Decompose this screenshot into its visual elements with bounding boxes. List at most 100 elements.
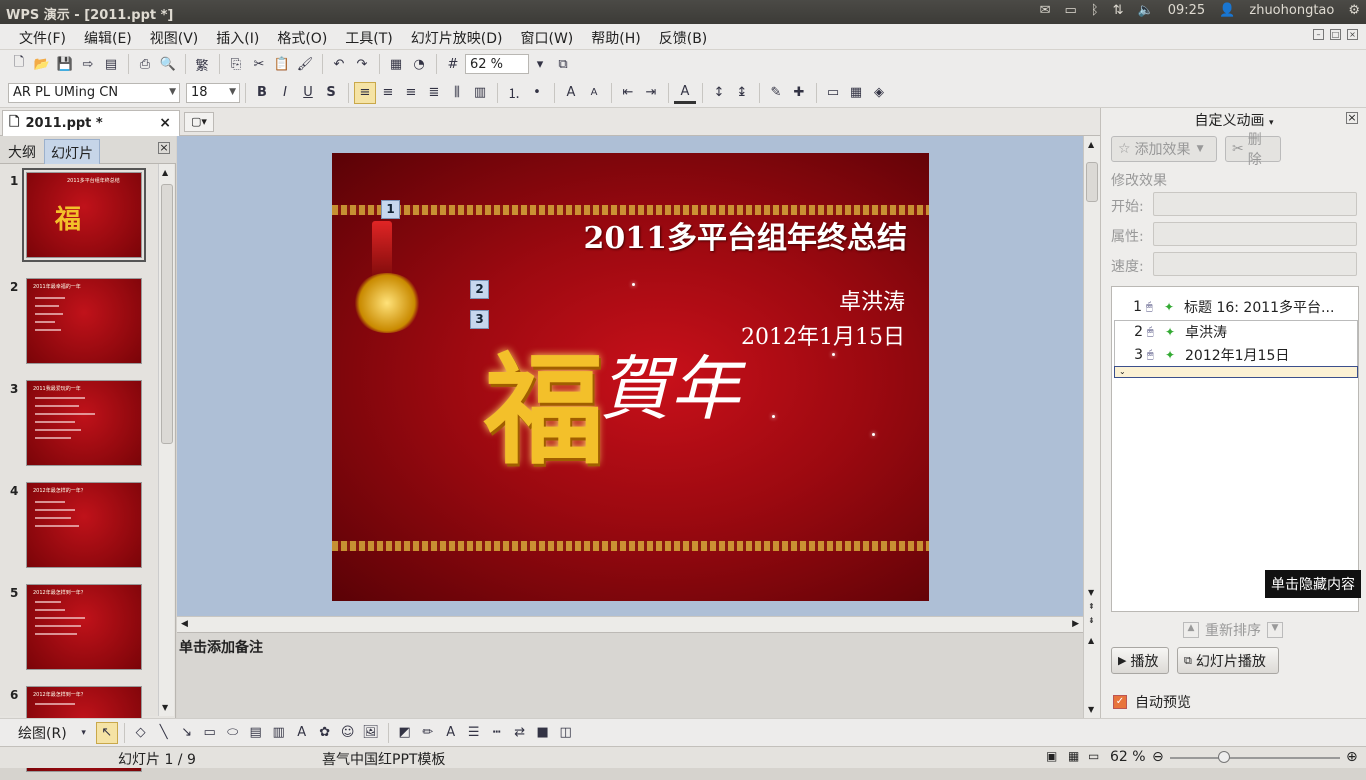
menu-slideshow[interactable]: 幻灯片放映(D): [402, 28, 512, 48]
scroll-right-icon[interactable]: ▶: [1072, 619, 1079, 629]
print-icon[interactable]: ⎙: [134, 53, 156, 75]
zoom-in-icon[interactable]: ⊕: [1346, 749, 1358, 765]
start-select[interactable]: [1153, 192, 1357, 216]
fu-calligraphy-image[interactable]: 福: [484, 313, 604, 487]
normal-view-icon[interactable]: ▣: [1046, 749, 1057, 763]
3d-style-icon[interactable]: ◫: [555, 722, 577, 744]
arrow-icon[interactable]: ↘: [176, 722, 198, 744]
clock[interactable]: 09:25: [1168, 3, 1205, 18]
slide-author[interactable]: 卓洪涛: [839, 284, 905, 316]
layout-icon[interactable]: ▭: [822, 82, 844, 104]
scrollbar-thumb[interactable]: [1086, 162, 1098, 202]
battery-icon[interactable]: ▭: [1065, 3, 1077, 18]
shrink-font-icon[interactable]: A: [583, 82, 605, 104]
design-icon[interactable]: ✎: [765, 82, 787, 104]
slide-date[interactable]: 2012年1月15日: [741, 319, 905, 351]
new-tab-button[interactable]: ▢▾: [184, 112, 214, 132]
property-select[interactable]: [1153, 222, 1357, 246]
close-pane-icon[interactable]: ×: [1346, 112, 1358, 124]
thumbnail-scrollbar[interactable]: ▲ ▼: [158, 164, 174, 716]
undo-icon[interactable]: ↶: [328, 53, 350, 75]
italic-icon[interactable]: I: [274, 82, 296, 104]
menu-view[interactable]: 视图(V): [141, 28, 208, 48]
animation-order-tag[interactable]: 1: [381, 200, 400, 219]
increase-indent-icon[interactable]: ⇥: [640, 82, 662, 104]
slide-thumbnail[interactable]: 1 2011多平台组年终总结 福: [0, 168, 158, 266]
vertical-textbox-icon[interactable]: ▥: [268, 722, 290, 744]
shadow-icon[interactable]: S: [320, 82, 342, 104]
autoshapes-icon[interactable]: ◇: [130, 722, 152, 744]
move-down-icon[interactable]: ▼: [1267, 622, 1283, 638]
chevron-down-icon[interactable]: ▾: [73, 722, 95, 744]
new-slide-icon[interactable]: ✚: [788, 82, 810, 104]
document-tab[interactable]: 🗋 2011.ppt * ×: [2, 110, 180, 136]
zoom-combo[interactable]: 62 %: [465, 54, 529, 74]
close-window-button[interactable]: ×: [1347, 29, 1358, 40]
ellipse-icon[interactable]: ⬭: [222, 722, 244, 744]
numbering-icon[interactable]: ⒈: [503, 82, 525, 104]
menu-tools[interactable]: 工具(T): [336, 28, 401, 48]
notes-placeholder[interactable]: 单击添加备注: [179, 637, 263, 657]
export-icon[interactable]: ⇨: [77, 53, 99, 75]
bullets-icon[interactable]: •: [526, 82, 548, 104]
tab-slides[interactable]: 幻灯片: [44, 139, 100, 164]
redo-icon[interactable]: ↷: [351, 53, 373, 75]
distribute-icon[interactable]: ⫼: [446, 82, 468, 104]
align-left-icon[interactable]: ≡: [354, 81, 376, 104]
scrollbar-thumb[interactable]: [161, 184, 173, 444]
slide-thumbnail[interactable]: 3 2011我最爱玩的一年: [0, 378, 158, 474]
close-tab-icon[interactable]: ×: [159, 115, 171, 131]
speed-select[interactable]: [1153, 252, 1357, 276]
auto-preview-checkbox[interactable]: ✓: [1113, 695, 1127, 709]
scroll-left-icon[interactable]: ◀: [181, 619, 188, 629]
cut-icon[interactable]: ✂: [248, 53, 270, 75]
collapse-expand-bar[interactable]: ⌄: [1114, 366, 1358, 378]
table-icon[interactable]: ▦: [385, 53, 407, 75]
fit-window-icon[interactable]: ⧉: [552, 53, 574, 75]
print-preview-icon[interactable]: 🔍: [157, 53, 179, 75]
notes-pane[interactable]: 单击添加备注: [177, 632, 1083, 718]
new-icon[interactable]: 🗋: [8, 53, 30, 75]
menu-insert[interactable]: 插入(I): [207, 28, 268, 48]
format-painter-icon[interactable]: 🖌: [294, 53, 316, 75]
close-panel-icon[interactable]: ×: [158, 142, 170, 154]
add-effect-button[interactable]: ☆ 添加效果 ▼: [1111, 136, 1217, 162]
justify-icon[interactable]: ≣: [423, 82, 445, 104]
shadow-style-icon[interactable]: ■: [532, 722, 554, 744]
slide-title[interactable]: 2011多平台组年终总结: [584, 213, 908, 257]
menu-edit[interactable]: 编辑(E): [75, 28, 141, 48]
effect-item[interactable]: 3 🖱 ✦ 2012年1月15日: [1114, 343, 1358, 366]
slide-thumbnail[interactable]: 2 2011年最幸福的一年: [0, 276, 158, 372]
tab-outline[interactable]: 大纲: [2, 139, 42, 164]
menu-file[interactable]: 文件(F): [10, 28, 75, 48]
paste-icon[interactable]: 📋: [271, 53, 293, 75]
scroll-down-icon[interactable]: ▼: [162, 703, 168, 712]
table-grid-icon[interactable]: ▦: [845, 82, 867, 104]
wordart-icon[interactable]: A: [291, 722, 313, 744]
scroll-up-icon[interactable]: ▲: [162, 168, 168, 177]
diagram-icon[interactable]: ✿: [314, 722, 336, 744]
grow-font-icon[interactable]: A: [560, 82, 582, 104]
slide-sorter-icon[interactable]: ▦: [1068, 749, 1079, 763]
decrease-indent-icon[interactable]: ⇤: [617, 82, 639, 104]
network-icon[interactable]: ⇅: [1113, 3, 1124, 18]
open-icon[interactable]: 📂: [31, 53, 53, 75]
slide-thumbnail[interactable]: 4 2012年最怎样的一年？: [0, 480, 158, 576]
animation-order-tag[interactable]: 2: [470, 280, 489, 299]
line-color-icon[interactable]: ✏: [417, 722, 439, 744]
draw-menu-button[interactable]: 绘图(R): [18, 723, 67, 743]
scroll-up-icon[interactable]: ▲: [1088, 140, 1094, 149]
move-up-icon[interactable]: ▲: [1183, 622, 1199, 638]
minimize-button[interactable]: –: [1313, 29, 1324, 40]
underline-icon[interactable]: U: [297, 82, 319, 104]
menu-format[interactable]: 格式(O): [268, 28, 336, 48]
zoom-slider-knob[interactable]: [1218, 751, 1230, 763]
font-color-icon[interactable]: A: [440, 722, 462, 744]
bluetooth-icon[interactable]: ᛒ: [1091, 3, 1099, 18]
canvas-horizontal-scrollbar[interactable]: ◀ ▶: [177, 616, 1083, 632]
arrow-style-icon[interactable]: ⇄: [509, 722, 531, 744]
scroll-down-icon[interactable]: ▼: [1088, 588, 1094, 597]
slide-thumbnail[interactable]: 5 2012年最怎样到一年？: [0, 582, 158, 678]
effect-item[interactable]: 2 🖱 ✦ 卓洪涛: [1114, 320, 1358, 343]
menu-feedback[interactable]: 反馈(B): [650, 28, 717, 48]
